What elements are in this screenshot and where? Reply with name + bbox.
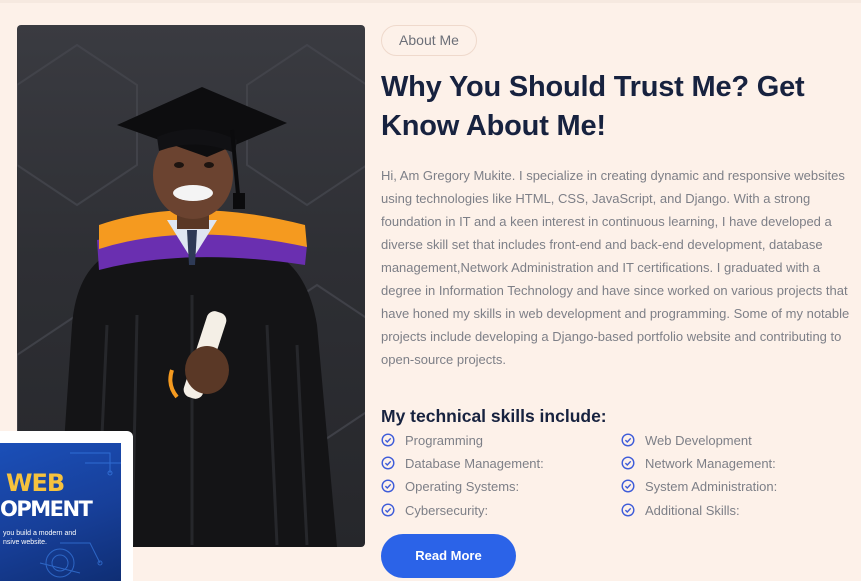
book-cover: WEB OPMENT you build a modern and nsive …: [0, 443, 121, 581]
check-circle-icon: [621, 433, 635, 447]
section-headline: Why You Should Trust Me? Get Know About …: [381, 71, 805, 142]
read-more-button[interactable]: Read More: [381, 534, 516, 578]
web-development-card[interactable]: WEB OPMENT you build a modern and nsive …: [0, 431, 133, 581]
skill-label: Operating Systems:: [405, 478, 520, 494]
skill-item: System Administration:: [621, 476, 777, 496]
skill-item: Web Development: [621, 430, 752, 450]
skill-label: System Administration:: [645, 478, 778, 494]
check-circle-icon: [381, 433, 395, 447]
skill-item: Additional Skills:: [621, 500, 740, 520]
skill-label: Additional Skills:: [645, 502, 740, 518]
skill-item: Network Management:: [621, 453, 776, 473]
skill-label: Cybersecurity:: [405, 502, 489, 518]
check-circle-icon: [621, 479, 635, 493]
book-title-web: WEB: [6, 469, 65, 497]
check-circle-icon: [381, 456, 395, 470]
check-circle-icon: [621, 503, 635, 517]
skill-item: Programming: [381, 430, 483, 450]
about-paragraph: Hi, Am Gregory Mukite. I specialize in c…: [381, 168, 850, 367]
skills-title: My technical skills include:: [381, 406, 607, 426]
top-divider: [0, 0, 861, 3]
check-circle-icon: [621, 456, 635, 470]
skill-label: Programming: [405, 432, 484, 448]
skill-label: Web Development: [645, 432, 752, 448]
skill-item: Database Management:: [381, 453, 544, 473]
book-title-development: OPMENT: [0, 497, 93, 521]
skill-item: Cybersecurity:: [381, 500, 488, 520]
check-circle-icon: [381, 479, 395, 493]
skill-label: Network Management:: [645, 455, 776, 471]
skill-item: Operating Systems:: [381, 476, 519, 496]
skill-label: Database Management:: [405, 455, 544, 471]
about-me-badge: About Me: [381, 25, 477, 56]
book-subtitle: you build a modern and nsive website.: [3, 530, 77, 546]
check-circle-icon: [381, 503, 395, 517]
